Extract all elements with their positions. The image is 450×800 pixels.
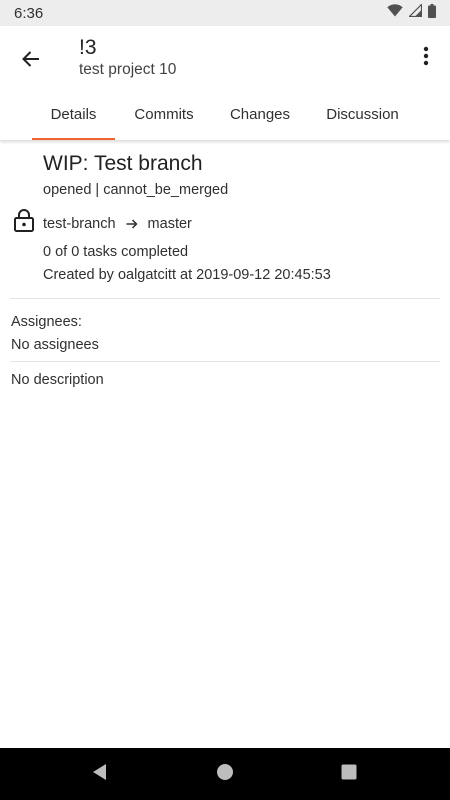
circle-home-icon <box>216 763 234 786</box>
square-recents-icon <box>341 764 357 785</box>
tab-details[interactable]: Details <box>32 88 115 140</box>
status-bar: 6:36 <box>0 0 450 26</box>
arrow-forward-icon <box>122 218 142 230</box>
app-bar: !3 test project 10 Details Commits Chang… <box>0 26 450 140</box>
merge-request-state: opened | cannot_be_merged <box>43 182 229 198</box>
description-text: No description <box>11 372 104 388</box>
nav-back-button[interactable] <box>86 760 114 788</box>
triangle-back-icon <box>92 763 108 786</box>
status-icons <box>387 3 436 23</box>
wifi-icon <box>387 4 403 22</box>
branch-row: test-branch master <box>43 216 192 232</box>
project-subtitle: test project 10 <box>79 61 177 78</box>
tasks-status: 0 of 0 tasks completed <box>43 244 189 260</box>
system-nav-bar <box>0 748 450 800</box>
target-branch: master <box>147 216 192 232</box>
merge-request-title: WIP: Test branch <box>43 152 203 175</box>
assignees-value: No assignees <box>11 337 99 353</box>
signal-icon <box>408 3 423 22</box>
divider <box>10 361 440 362</box>
divider <box>10 298 440 299</box>
lock-icon <box>13 208 35 232</box>
battery-icon <box>428 3 436 23</box>
tab-bar: Details Commits Changes Discussion <box>0 88 450 140</box>
nav-recents-button[interactable] <box>335 760 363 788</box>
tab-changes[interactable]: Changes <box>222 88 298 140</box>
page-title: !3 <box>79 36 97 59</box>
tab-discussion[interactable]: Discussion <box>316 88 409 140</box>
status-time: 6:36 <box>14 4 44 22</box>
more-vert-icon <box>423 46 429 71</box>
nav-home-button[interactable] <box>211 760 239 788</box>
tab-commits[interactable]: Commits <box>124 88 204 140</box>
source-branch: test-branch <box>43 216 116 232</box>
created-info: Created by oalgatcitt at 2019-09-12 20:4… <box>43 267 331 283</box>
arrow-back-icon <box>21 49 41 74</box>
assignees-label: Assignees: <box>11 314 82 330</box>
back-button[interactable] <box>14 44 48 78</box>
overflow-menu-button[interactable] <box>414 44 438 72</box>
